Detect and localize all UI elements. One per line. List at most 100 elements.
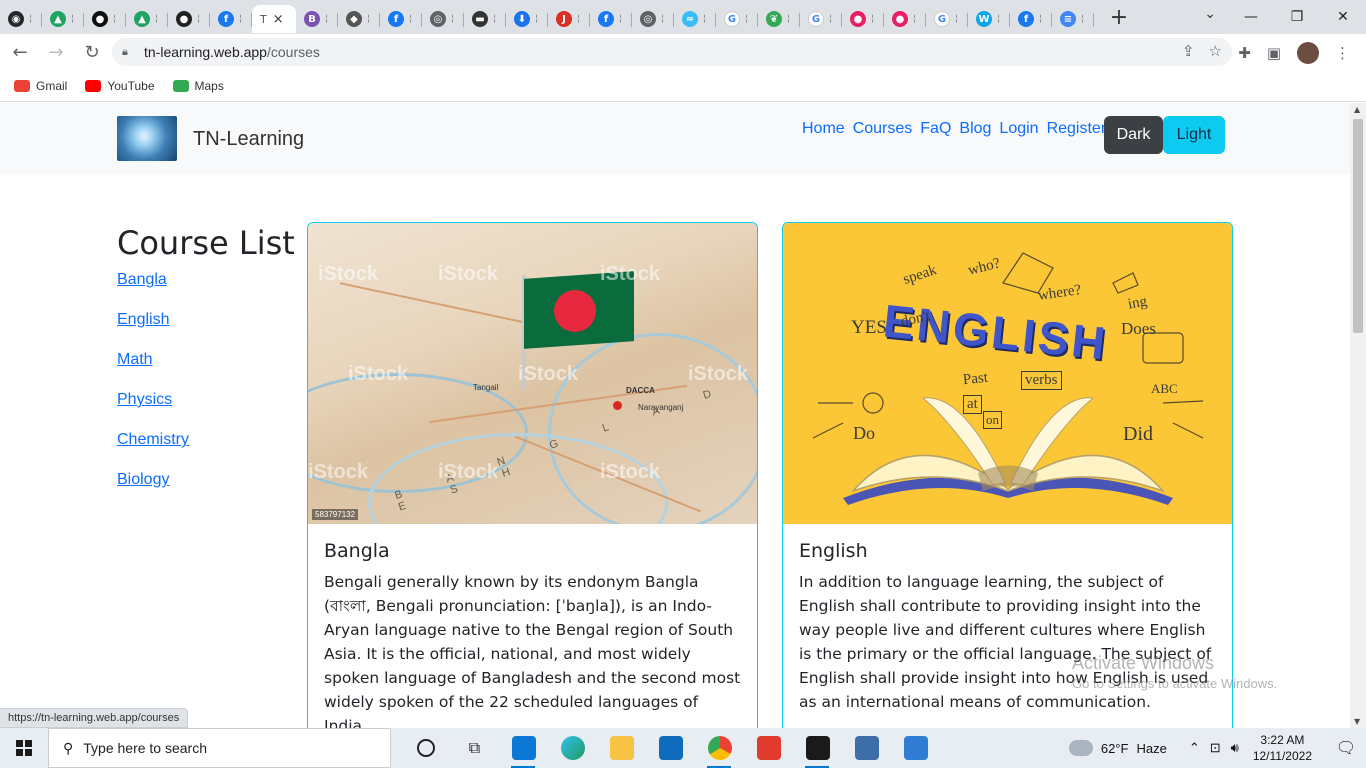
browser-tab[interactable]: G ¦ <box>716 5 758 33</box>
nav-link-courses[interactable]: Courses <box>853 120 913 138</box>
mail-icon[interactable] <box>646 728 695 768</box>
taskbar-search[interactable]: ⚲ Type here to search <box>48 728 391 768</box>
kebab-menu-icon[interactable]: ⋮ <box>1335 44 1350 62</box>
link-status-bar: https://tn-learning.web.app/courses <box>0 708 189 728</box>
brand-logo[interactable] <box>117 116 177 161</box>
extensions-puzzle-icon[interactable]: ✚ <box>1238 44 1251 62</box>
browser-tab[interactable]: ▲ ¦ <box>42 5 84 33</box>
browser-tab[interactable]: ▬ ¦ <box>464 5 506 33</box>
back-button[interactable]: ← <box>4 36 36 68</box>
chrome-icon[interactable] <box>695 728 744 768</box>
edge-icon[interactable] <box>548 728 597 768</box>
browser-tab[interactable]: ◎ ¦ <box>632 5 674 33</box>
close-window-button[interactable]: ✕ <box>1320 0 1366 34</box>
cortana-icon[interactable] <box>401 728 450 768</box>
weather-widget[interactable]: 62°F Haze <box>1064 734 1167 756</box>
browser-tab[interactable]: f ¦ <box>210 5 252 33</box>
start-button[interactable] <box>0 728 48 768</box>
notifications-icon[interactable]: 🗨︎ <box>1326 738 1366 758</box>
browser-tab[interactable]: ◉ ¦ <box>0 5 42 33</box>
file-explorer-icon[interactable] <box>597 728 646 768</box>
nav-link-register[interactable]: Register <box>1047 120 1107 138</box>
restore-button[interactable]: ❐ <box>1274 0 1320 34</box>
nav-link-home[interactable]: Home <box>802 120 845 138</box>
terminal-icon[interactable] <box>793 728 842 768</box>
browser-tab[interactable]: G ¦ <box>926 5 968 33</box>
scroll-up-icon[interactable]: ▲ <box>1354 105 1360 114</box>
forward-button[interactable]: → <box>40 36 72 68</box>
browser-tab[interactable]: ≡ ¦ <box>1052 5 1094 33</box>
photos-icon[interactable] <box>891 728 940 768</box>
course-card-bangla[interactable]: DACCA Narayanganj Tangail B A N G L A D … <box>307 222 758 728</box>
browser-tab[interactable]: ◆ ¦ <box>338 5 380 33</box>
browser-tab[interactable]: ● ¦ <box>84 5 126 33</box>
course-link-biology[interactable]: Biology <box>117 471 189 491</box>
active-tab-label: T <box>260 12 267 26</box>
vscode-icon[interactable] <box>499 728 548 768</box>
page-scrollbar[interactable]: ▲ ▼ <box>1350 103 1366 728</box>
browser-tab[interactable]: ● ¦ <box>842 5 884 33</box>
browser-tab[interactable]: ▲ ¦ <box>126 5 168 33</box>
scrollbar-thumb[interactable] <box>1353 119 1363 333</box>
minimize-button[interactable]: — <box>1228 0 1274 34</box>
browser-tab[interactable]: G ¦ <box>800 5 842 33</box>
bookmark-youtube[interactable]: YouTube <box>85 79 155 93</box>
browser-tab[interactable]: ≈ ¦ <box>674 5 716 33</box>
browser-tab[interactable]: ● ¦ <box>884 5 926 33</box>
browser-tab[interactable]: f ¦ <box>1010 5 1052 33</box>
volume-icon[interactable]: 🔊︎ <box>1231 740 1239 756</box>
bookmark-maps[interactable]: Maps <box>172 79 224 93</box>
course-link-math[interactable]: Math <box>117 351 189 371</box>
google-icon: G <box>808 11 824 27</box>
address-bar[interactable]: 🔒︎ tn-learning.web.app/courses ⇪ ☆ <box>112 38 1232 66</box>
lock-icon[interactable]: 🔒︎ <box>122 45 136 59</box>
browser-tab[interactable]: W ¦ <box>968 5 1010 33</box>
active-tab[interactable]: T × <box>252 5 296 33</box>
wps-office-icon[interactable] <box>744 728 793 768</box>
close-tab-icon[interactable]: × <box>273 12 284 27</box>
url-text[interactable]: tn-learning.web.app/courses <box>144 44 320 60</box>
dark-theme-button[interactable]: Dark <box>1104 116 1163 154</box>
side-panel-icon[interactable]: ▣ <box>1267 44 1281 62</box>
profile-avatar[interactable] <box>1297 42 1319 64</box>
browser-tab[interactable]: ❦ ¦ <box>758 5 800 33</box>
facebook-icon: f <box>1018 11 1034 27</box>
browser-tab[interactable]: J ¦ <box>548 5 590 33</box>
dark-circle-icon: ● <box>176 11 192 27</box>
reload-button[interactable]: ↻ <box>76 36 108 68</box>
course-link-chemistry[interactable]: Chemistry <box>117 431 189 451</box>
github-icon: ◉ <box>8 11 24 27</box>
browser-tab[interactable]: f ¦ <box>590 5 632 33</box>
new-tab-button[interactable]: + <box>1104 5 1134 30</box>
browser-tab[interactable]: ⬇ ¦ <box>506 5 548 33</box>
browser-tab[interactable]: B ¦ <box>296 5 338 33</box>
network-app-icon[interactable] <box>842 728 891 768</box>
nav-links: Home Courses FaQ Blog Login Register <box>802 120 1106 138</box>
leaf-icon: ❦ <box>766 11 782 27</box>
network-icon[interactable]: ⊡ <box>1210 740 1221 756</box>
windows-taskbar: ⚲ Type here to search ⧉ 62°F Haze ⌃ ⊡ 🔊︎… <box>0 728 1366 768</box>
task-view-icon[interactable]: ⧉ <box>450 728 499 768</box>
share-icon[interactable]: ⇪ <box>1182 42 1195 60</box>
nav-link-login[interactable]: Login <box>999 120 1038 138</box>
clock[interactable]: 3:22 AM 12/11/2022 <box>1253 732 1312 764</box>
english-book-image: ENGLISH speak who? YES don't where? Does… <box>783 223 1232 524</box>
brand-name[interactable]: TN-Learning <box>193 128 304 151</box>
browser-tab[interactable]: f ¦ <box>380 5 422 33</box>
card-text: Bengali generally known by its endonym B… <box>324 573 741 728</box>
scroll-down-icon[interactable]: ▼ <box>1354 717 1360 726</box>
chevron-up-icon[interactable]: ⌃ <box>1189 740 1200 756</box>
browser-tab[interactable]: ● ¦ <box>168 5 210 33</box>
bookmark-gmail[interactable]: Gmail <box>14 79 67 93</box>
bookmarks-bar: Gmail YouTube Maps <box>0 70 1366 102</box>
bookmark-star-icon[interactable]: ☆ <box>1209 42 1222 60</box>
light-theme-button[interactable]: Light <box>1163 116 1225 154</box>
course-link-bangla[interactable]: Bangla <box>117 271 189 291</box>
nav-link-faq[interactable]: FaQ <box>920 120 951 138</box>
course-link-english[interactable]: English <box>117 311 189 331</box>
course-link-physics[interactable]: Physics <box>117 391 189 411</box>
nav-link-blog[interactable]: Blog <box>959 120 991 138</box>
browser-tab[interactable]: ◎ ¦ <box>422 5 464 33</box>
google-icon: G <box>934 11 950 27</box>
tab-search-chevron-icon[interactable]: ⌄ <box>1204 6 1216 22</box>
